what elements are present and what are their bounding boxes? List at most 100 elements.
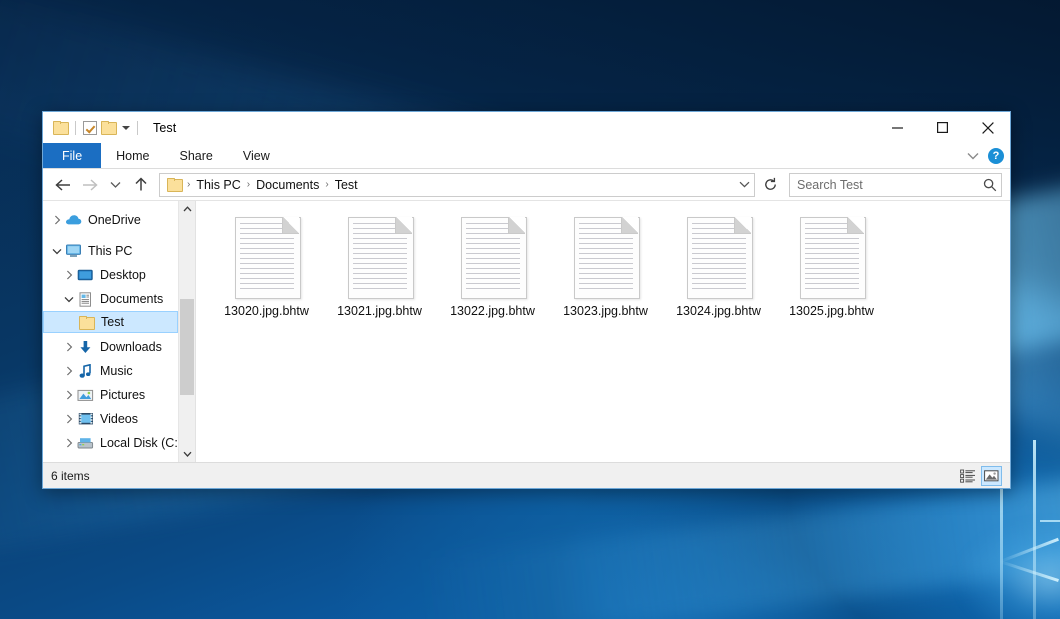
address-dropdown-icon[interactable] xyxy=(736,181,752,188)
file-name: 13022.jpg.bhtw xyxy=(450,304,535,318)
chevron-right-icon[interactable] xyxy=(61,342,77,352)
breadcrumb-this-pc[interactable]: This PC xyxy=(191,178,245,192)
sidebar-item-music[interactable]: Music xyxy=(43,359,178,383)
file-explorer-window[interactable]: Test File Home Share View ? xyxy=(42,111,1011,489)
sidebar-item-videos[interactable]: Videos xyxy=(43,407,178,431)
search-icon[interactable] xyxy=(983,178,997,192)
sidebar-item-test[interactable]: Test xyxy=(43,311,178,333)
folder-icon xyxy=(78,314,95,330)
search-box[interactable]: Search Test xyxy=(789,173,1002,197)
refresh-button[interactable] xyxy=(759,174,781,196)
tab-home[interactable]: Home xyxy=(101,143,164,168)
address-bar[interactable]: › This PC › Documents › Test xyxy=(159,173,755,197)
navigation-tree[interactable]: OneDrive This PC xyxy=(43,201,178,462)
title-bar[interactable]: Test xyxy=(43,112,1010,143)
sidebar-item-label: OneDrive xyxy=(88,213,141,227)
scroll-up-icon[interactable] xyxy=(179,201,195,217)
sidebar-item-onedrive[interactable]: OneDrive xyxy=(43,208,178,232)
navigation-pane[interactable]: OneDrive This PC xyxy=(43,201,195,462)
windows-logo-edge-2 xyxy=(1033,440,1036,619)
folder-icon[interactable] xyxy=(53,121,68,134)
up-button[interactable] xyxy=(129,173,153,197)
breadcrumb-test[interactable]: Test xyxy=(330,178,363,192)
help-icon[interactable]: ? xyxy=(988,148,1004,164)
chevron-right-icon[interactable] xyxy=(61,438,77,448)
file-item[interactable]: 13024.jpg.bhtw xyxy=(662,215,775,318)
view-mode-buttons[interactable] xyxy=(957,463,1002,488)
tab-file[interactable]: File xyxy=(43,143,101,168)
file-grid: 13020.jpg.bhtw 13021.jpg.bhtw 13022.jpg.… xyxy=(210,215,1010,318)
recent-locations-button[interactable] xyxy=(103,173,127,197)
ribbon-tab-bar[interactable]: File Home Share View ? xyxy=(43,143,1010,169)
scrollbar-thumb[interactable] xyxy=(180,299,194,395)
chevron-right-icon[interactable] xyxy=(49,215,65,225)
new-folder-icon[interactable] xyxy=(101,121,116,134)
sidebar-item-label: Videos xyxy=(100,412,138,426)
maximize-button[interactable] xyxy=(920,112,965,143)
file-item[interactable]: 13023.jpg.bhtw xyxy=(549,215,662,318)
customize-quick-access-caret-icon[interactable] xyxy=(122,126,130,130)
close-button[interactable] xyxy=(965,112,1010,143)
chevron-down-icon[interactable] xyxy=(49,248,65,255)
sidebar-item-documents[interactable]: Documents xyxy=(43,287,178,311)
windows-logo-edge-1 xyxy=(1000,470,1003,619)
window-body: OneDrive This PC xyxy=(43,200,1010,462)
breadcrumb-documents[interactable]: Documents xyxy=(251,178,324,192)
file-item[interactable]: 13022.jpg.bhtw xyxy=(436,215,549,318)
navigation-scrollbar[interactable] xyxy=(178,201,195,462)
address-bar-row[interactable]: › This PC › Documents › Test Search Test xyxy=(43,169,1010,200)
sidebar-item-desktop[interactable]: Desktop xyxy=(43,263,178,287)
item-count-label: 6 items xyxy=(51,469,90,483)
sidebar-item-label: Local Disk (C:) xyxy=(100,436,178,450)
chevron-down-icon[interactable] xyxy=(61,296,77,303)
minimize-button[interactable] xyxy=(875,112,920,143)
file-name: 13021.jpg.bhtw xyxy=(337,304,422,318)
forward-button[interactable] xyxy=(77,173,101,197)
generic-file-icon xyxy=(235,217,299,297)
sidebar-item-local-disk-c[interactable]: Local Disk (C:) xyxy=(43,431,178,455)
generic-file-icon xyxy=(574,217,638,297)
sidebar-item-downloads[interactable]: Downloads xyxy=(43,335,178,359)
tab-share[interactable]: Share xyxy=(165,143,228,168)
downloads-icon xyxy=(77,339,94,355)
details-view-button[interactable] xyxy=(957,466,978,486)
chevron-right-icon[interactable] xyxy=(61,270,77,280)
properties-icon[interactable] xyxy=(83,121,97,135)
sidebar-item-label: Desktop xyxy=(100,268,146,282)
sidebar-item-this-pc[interactable]: This PC xyxy=(43,239,178,263)
file-item[interactable]: 13025.jpg.bhtw xyxy=(775,215,888,318)
file-list-pane[interactable]: 13020.jpg.bhtw 13021.jpg.bhtw 13022.jpg.… xyxy=(196,201,1010,462)
cloud-icon xyxy=(65,212,82,228)
file-name: 13025.jpg.bhtw xyxy=(789,304,874,318)
chevron-right-icon[interactable] xyxy=(61,390,77,400)
search-input[interactable]: Search Test xyxy=(797,178,983,192)
address-folder-icon xyxy=(167,178,182,191)
chevron-right-icon[interactable] xyxy=(61,414,77,424)
sidebar-item-pictures[interactable]: Pictures xyxy=(43,383,178,407)
quick-access-toolbar[interactable]: Test xyxy=(43,112,176,143)
desktop-icon xyxy=(77,267,94,283)
status-bar: 6 items xyxy=(43,462,1010,488)
ribbon-right-controls[interactable]: ? xyxy=(967,143,1004,168)
qat-separator-1 xyxy=(75,121,76,135)
generic-file-icon xyxy=(687,217,751,297)
back-button[interactable] xyxy=(51,173,75,197)
file-item[interactable]: 13021.jpg.bhtw xyxy=(323,215,436,318)
breadcrumb[interactable]: › This PC › Documents › Test xyxy=(186,178,736,192)
window-controls[interactable] xyxy=(875,112,1010,143)
chevron-right-icon[interactable] xyxy=(61,366,77,376)
monitor-icon xyxy=(65,243,82,259)
pictures-icon xyxy=(77,387,94,403)
file-name: 13020.jpg.bhtw xyxy=(224,304,309,318)
sidebar-item-label: This PC xyxy=(88,244,132,258)
large-icons-view-button[interactable] xyxy=(981,466,1002,486)
sidebar-item-label: Documents xyxy=(100,292,163,306)
file-name: 13024.jpg.bhtw xyxy=(676,304,761,318)
sidebar-item-label: Pictures xyxy=(100,388,145,402)
window-title: Test xyxy=(153,121,176,135)
file-item[interactable]: 13020.jpg.bhtw xyxy=(210,215,323,318)
windows-logo-edge-5 xyxy=(1040,520,1060,522)
chevron-down-icon[interactable] xyxy=(967,152,979,160)
scroll-down-icon[interactable] xyxy=(179,446,195,462)
tab-view[interactable]: View xyxy=(228,143,285,168)
